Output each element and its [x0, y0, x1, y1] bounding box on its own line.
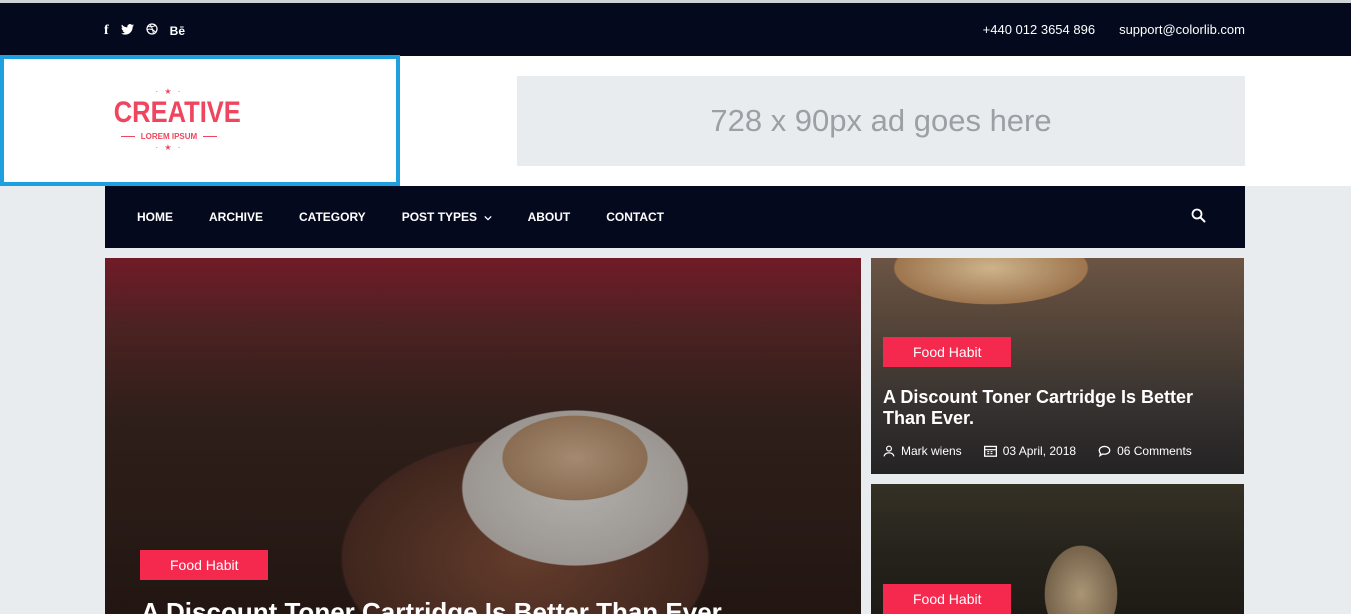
post-date: 03 April, 2018 — [1002, 444, 1077, 458]
author-name[interactable]: Mark wiens — [901, 444, 962, 458]
nav-about[interactable]: ABOUT — [528, 210, 571, 224]
logo-area[interactable]: · ★ · CREATIVE LOREM IPSUM · ★ · — [0, 55, 400, 186]
nav-post-types[interactable]: POST TYPES — [402, 210, 492, 224]
hero-title[interactable]: A Discount Toner Cartridge Is Better Tha… — [141, 597, 728, 614]
behance-icon[interactable]: Bē — [170, 24, 185, 38]
twitter-icon[interactable] — [120, 23, 134, 38]
nav-home[interactable]: HOME — [137, 210, 173, 224]
comment-icon — [1098, 445, 1111, 457]
search-icon[interactable] — [1191, 208, 1207, 224]
nav-category[interactable]: CATEGORY — [299, 210, 366, 224]
top-bar: f Bē +440 012 3654 896 support@colorlib.… — [0, 0, 1351, 56]
side-post-1-title[interactable]: A Discount Toner Cartridge Is Better Tha… — [883, 387, 1223, 429]
phone-number[interactable]: +440 012 3654 896 — [983, 23, 1095, 37]
user-icon — [883, 445, 895, 457]
main-nav: HOME ARCHIVE CATEGORY POST TYPES ABOUT C… — [105, 186, 1245, 248]
nav-contact[interactable]: CONTACT — [606, 210, 664, 224]
contact-info: +440 012 3654 896 support@colorlib.com — [983, 23, 1245, 37]
side-post-1-category-badge[interactable]: Food Habit — [883, 337, 1012, 367]
logo-tagline: LOREM IPSUM — [140, 132, 198, 141]
nav-archive[interactable]: ARCHIVE — [209, 210, 263, 224]
dribbble-icon[interactable] — [146, 23, 158, 38]
logo-tagline-row: LOREM IPSUM — [104, 132, 234, 141]
hero-category-badge[interactable]: Food Habit — [140, 550, 269, 580]
nav-post-types-label: POST TYPES — [401, 210, 478, 224]
facebook-icon[interactable]: f — [104, 23, 109, 38]
logo-stars-bottom: · ★ · — [155, 143, 183, 152]
logo-stars-top: · ★ · — [155, 87, 183, 96]
support-email[interactable]: support@colorlib.com — [1119, 23, 1245, 37]
site-logo[interactable]: · ★ · CREATIVE LOREM IPSUM · ★ · — [104, 87, 241, 152]
comment-count[interactable]: 06 Comments — [1117, 444, 1192, 458]
side-post-2-category-badge[interactable]: Food Habit — [883, 584, 1012, 614]
side-post-1[interactable]: Food Habit A Discount Toner Cartridge Is… — [871, 258, 1244, 474]
calendar-icon — [983, 445, 997, 457]
chevron-down-icon — [481, 213, 492, 223]
logo-name: CREATIVE — [113, 96, 241, 129]
side-post-2[interactable]: Food Habit — [871, 484, 1244, 614]
side-post-1-meta: Mark wiens 03 April, 2018 06 Comments — [883, 444, 1192, 458]
hero-post[interactable]: Food Habit A Discount Toner Cartridge Is… — [105, 258, 861, 614]
ad-banner[interactable]: 728 x 90px ad goes here — [517, 76, 1245, 166]
social-links: f Bē — [104, 23, 185, 38]
